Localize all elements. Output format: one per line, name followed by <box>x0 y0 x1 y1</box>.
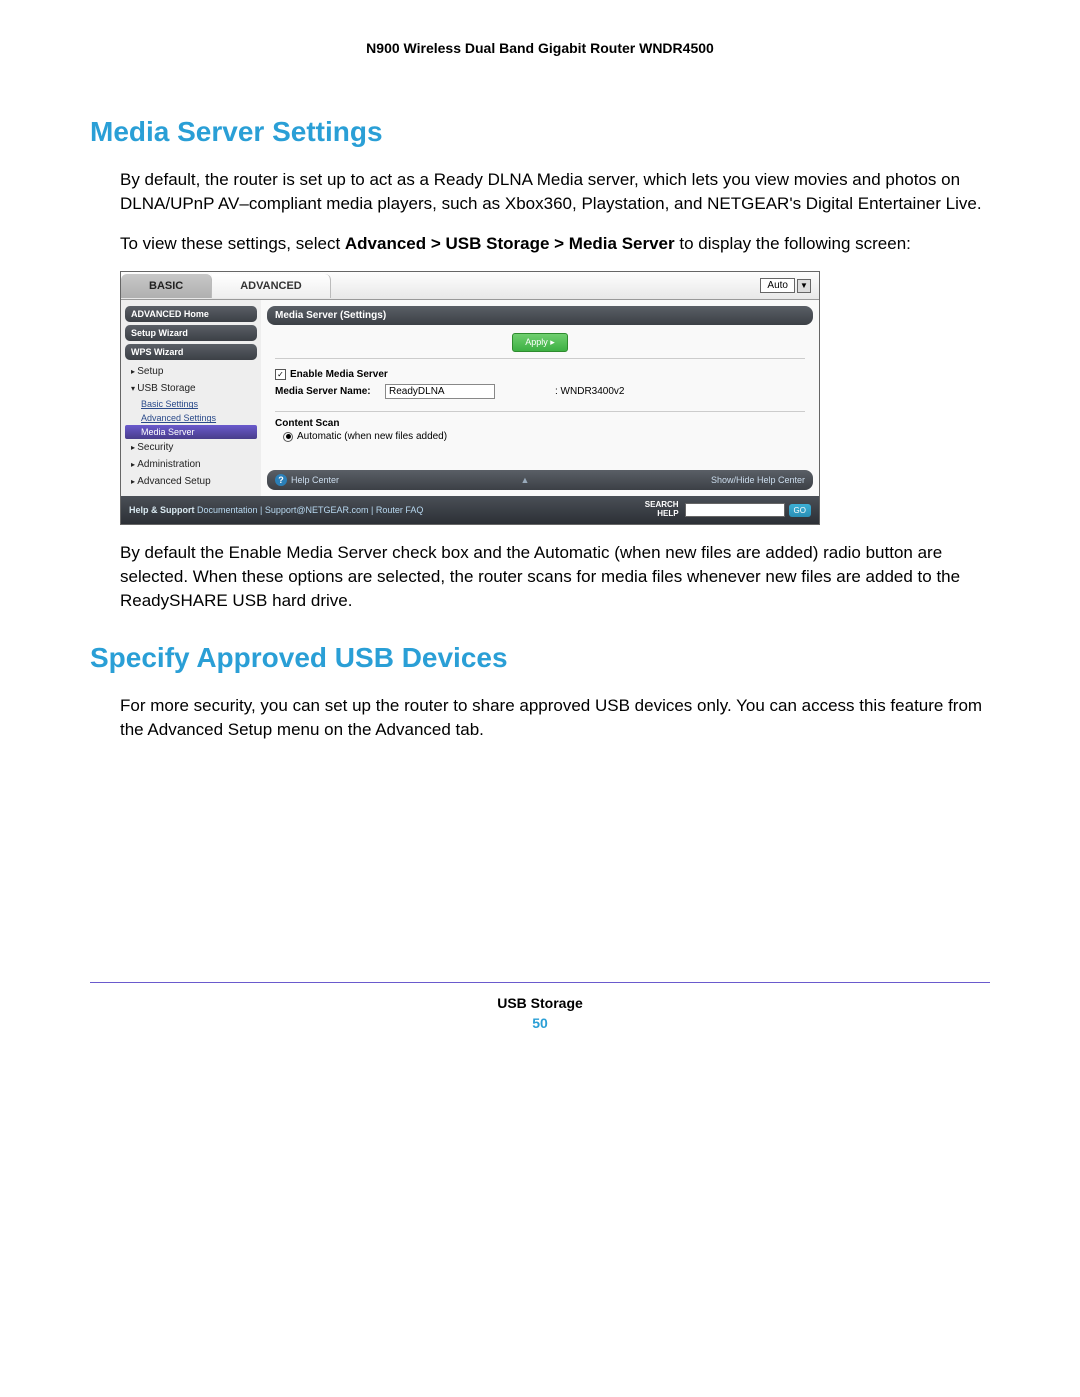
server-name-label: Media Server Name: <box>275 386 385 397</box>
footer-chapter: USB Storage <box>90 995 990 1011</box>
enable-media-row: ✓ Enable Media Server <box>275 367 805 382</box>
help-icon: ? <box>275 474 287 486</box>
content-scan-header: Content Scan <box>275 411 805 429</box>
paragraph-approved-usb: For more security, you can set up the ro… <box>120 694 990 742</box>
sidebar-item-administration[interactable]: Administration <box>125 456 257 473</box>
enable-media-checkbox[interactable]: ✓ <box>275 369 286 380</box>
sidebar-sub-advanced-settings[interactable]: Advanced Settings <box>125 411 257 425</box>
enable-media-label: Enable Media Server <box>290 369 388 380</box>
footer-help-support: Help & Support <box>129 505 195 515</box>
sidebar-item-wps-wizard[interactable]: WPS Wizard <box>125 344 257 360</box>
scan-automatic-row: Automatic (when new files added) <box>275 429 805 444</box>
paragraph-after-screenshot: By default the Enable Media Server check… <box>120 541 990 612</box>
sidebar-item-setup[interactable]: Setup <box>125 363 257 380</box>
scan-automatic-label: Automatic (when new files added) <box>297 431 447 442</box>
language-select[interactable]: Auto ▼ <box>760 278 811 293</box>
tab-basic[interactable]: BASIC <box>121 274 212 298</box>
apply-button[interactable]: Apply ▸ <box>512 333 568 352</box>
form-area: ✓ Enable Media Server Media Server Name:… <box>261 359 819 464</box>
server-name-suffix: : WNDR3400v2 <box>555 386 624 397</box>
tab-advanced[interactable]: ADVANCED <box>212 274 331 298</box>
scan-automatic-radio[interactable] <box>283 432 293 442</box>
sidebar-item-setup-wizard[interactable]: Setup Wizard <box>125 325 257 341</box>
router-screenshot: BASIC ADVANCED Auto ▼ ADVANCED Home Setu… <box>120 271 820 525</box>
language-value: Auto <box>760 278 795 293</box>
nav-path-bold: Advanced > USB Storage > Media Server <box>345 234 675 253</box>
paragraph-nav: To view these settings, select Advanced … <box>120 232 990 256</box>
sidebar-item-advanced-home[interactable]: ADVANCED Home <box>125 306 257 322</box>
sidebar: ADVANCED Home Setup Wizard WPS Wizard Se… <box>121 300 261 496</box>
footer-links[interactable]: Documentation | Support@NETGEAR.com | Ro… <box>197 505 423 515</box>
server-name-input[interactable]: ReadyDLNA <box>385 384 495 399</box>
sidebar-sub-media-server[interactable]: Media Server <box>125 425 257 439</box>
page-footer: USB Storage 50 <box>90 995 990 1031</box>
document-header: N900 Wireless Dual Band Gigabit Router W… <box>90 40 990 56</box>
server-name-row: Media Server Name: ReadyDLNA : WNDR3400v… <box>275 382 805 401</box>
help-center-label: Help Center <box>291 475 339 485</box>
search-help-label: SEARCH HELP <box>645 501 679 519</box>
go-button[interactable]: GO <box>789 504 811 517</box>
help-toggle-label[interactable]: Show/Hide Help Center <box>711 475 805 485</box>
screenshot-footer: Help & Support Documentation | Support@N… <box>121 496 819 524</box>
dropdown-icon: ▼ <box>797 279 811 293</box>
search-input[interactable] <box>685 503 785 517</box>
sidebar-sub-basic-settings[interactable]: Basic Settings <box>125 397 257 411</box>
apply-row: Apply ▸ <box>275 329 805 359</box>
sidebar-item-usb-storage[interactable]: USB Storage <box>125 380 257 397</box>
sidebar-item-advanced-setup[interactable]: Advanced Setup <box>125 473 257 490</box>
sidebar-item-security[interactable]: Security <box>125 439 257 456</box>
footer-page-number: 50 <box>90 1015 990 1031</box>
panel-title: Media Server (Settings) <box>267 306 813 325</box>
page-divider <box>90 982 990 983</box>
section-title-media-server: Media Server Settings <box>90 116 990 148</box>
nav-text-post: to display the following screen: <box>675 234 911 253</box>
help-center-bar[interactable]: ? Help Center ▲ Show/Hide Help Center <box>267 470 813 490</box>
section-title-approved-usb: Specify Approved USB Devices <box>90 642 990 674</box>
nav-text-pre: To view these settings, select <box>120 234 345 253</box>
main-panel: Media Server (Settings) Apply ▸ ✓ Enable… <box>261 300 819 496</box>
paragraph-intro: By default, the router is set up to act … <box>120 168 990 216</box>
help-arrow-icon: ▲ <box>339 475 711 485</box>
tab-bar: BASIC ADVANCED Auto ▼ <box>121 272 819 300</box>
